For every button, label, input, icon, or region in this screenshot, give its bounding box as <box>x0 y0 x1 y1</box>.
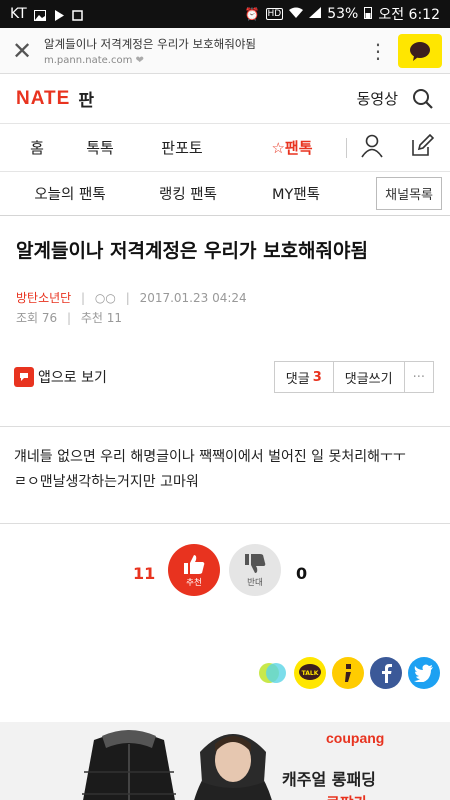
close-icon[interactable]: ✕ <box>0 28 44 74</box>
share-kakaotalk-icon[interactable]: TALK <box>294 657 326 689</box>
ad-gap <box>0 704 450 722</box>
alarm-icon: ⏰ <box>244 7 260 21</box>
post-body-line: 걔네들 없으면 우리 해명글이나 짹짹이에서 벌어진 일 못처리해ㅜㅜ <box>14 449 406 465</box>
user-icon[interactable] <box>347 134 397 162</box>
hd-icon: HD <box>265 8 284 20</box>
notification-icon <box>71 9 84 21</box>
write-icon[interactable] <box>397 133 447 162</box>
wifi-icon <box>289 6 304 22</box>
channel-list-button[interactable]: 채널목록 <box>376 177 442 210</box>
tab-today-fantalk[interactable]: 오늘의 팬톡 <box>0 183 140 204</box>
meta-divider: | <box>125 291 130 305</box>
kakao-share-button[interactable] <box>398 33 442 68</box>
share-facebook-icon[interactable] <box>370 657 402 689</box>
ad-subheadline: 쿠팡가 <box>326 792 367 800</box>
page-title: 알계들이나 저격계정은 우리가 보호해줘야됨 <box>44 36 256 51</box>
meta-divider: | <box>67 311 72 325</box>
tab-home[interactable]: 홈 <box>0 137 74 158</box>
open-in-app-button[interactable]: 앱으로 보기 <box>14 367 107 387</box>
status-bar: KT ⏰ HD 53% 오전 6:12 <box>0 0 450 28</box>
tab-fantalk[interactable]: ☆팬톡 <box>238 137 346 158</box>
battery-icon <box>364 6 373 23</box>
more-menu-icon[interactable]: ⋮ <box>364 39 392 63</box>
view-count: 조회 76 <box>16 311 58 325</box>
more-button[interactable]: ··· <box>405 362 433 392</box>
recommend-button[interactable]: 추천 <box>168 544 220 596</box>
video-link[interactable]: 동영상 <box>357 88 398 109</box>
recommend-count: 추천 11 <box>80 311 123 325</box>
page-url: m.pann.nate.com ❤ <box>44 55 364 66</box>
action-row: 앱으로 보기 댓글 3 댓글쓰기 ··· <box>0 328 450 400</box>
oppose-label: 반대 <box>247 577 263 588</box>
oppose-count-number: 0 <box>296 564 308 583</box>
gallery-icon <box>33 9 46 21</box>
oppose-button[interactable]: 반대 <box>229 544 281 596</box>
tab-panphoto[interactable]: 판포토 <box>126 137 238 158</box>
tab-my-fantalk[interactable]: MY팬톡 <box>236 183 356 204</box>
search-icon[interactable] <box>412 88 434 110</box>
chat-bubble-icon <box>410 41 430 61</box>
main-nav: 홈 톡톡 판포토 ☆팬톡 <box>0 124 450 172</box>
thumbs-up-icon <box>184 554 205 574</box>
share-twitter-icon[interactable] <box>408 657 440 689</box>
vote-row: 11 추천 반대 0 <box>0 524 450 642</box>
play-icon <box>53 9 65 21</box>
author-badge: ○○ <box>94 291 116 305</box>
pann-app-icon <box>14 367 34 387</box>
ad-banner[interactable]: coupang 캐주얼 롱패딩 쿠팡가 <box>0 722 450 800</box>
comments-count: 3 <box>312 369 322 385</box>
share-line-icon[interactable] <box>256 657 288 689</box>
url-text: m.pann.nate.com <box>44 54 133 66</box>
post-title: 알계들이나 저격계정은 우리가 보호해줘야됨 <box>16 240 368 262</box>
comments-button[interactable]: 댓글 3 <box>275 362 334 392</box>
open-in-app-label: 앱으로 보기 <box>38 370 107 386</box>
battery-percent: 53% <box>327 6 359 22</box>
kakaotalk-label: TALK <box>302 670 319 677</box>
clock: 오전 6:12 <box>378 7 440 23</box>
ad-jacket-image <box>82 730 176 800</box>
tab-ranking-fantalk[interactable]: 랭킹 팬톡 <box>140 183 236 204</box>
comments-label: 댓글 <box>285 371 310 387</box>
share-row: TALK <box>0 642 450 704</box>
write-comment-button[interactable]: 댓글쓰기 <box>334 362 405 392</box>
ad-brand-logo: coupang <box>326 730 385 746</box>
carrier-label: KT <box>10 6 27 22</box>
post-author[interactable]: 방탄소년단 <box>16 291 71 305</box>
recommend-label: 추천 <box>186 577 202 588</box>
site-header: NATE 판 동영상 <box>0 74 450 124</box>
sub-nav: 오늘의 팬톡 랭킹 팬톡 MY팬톡 채널목록 <box>0 172 450 216</box>
browser-bar: ✕ 알계들이나 저격계정은 우리가 보호해줘야됨 m.pann.nate.com… <box>0 28 450 74</box>
recommend-count-number: 11 <box>133 564 156 583</box>
ad-model-image <box>194 734 272 800</box>
post-meta: 방탄소년단 | ○○ | 2017.01.23 04:24 조회 76 | 추천… <box>0 264 450 328</box>
share-kakaostory-icon[interactable] <box>332 657 364 689</box>
ad-headline: 캐주얼 롱패딩 <box>282 770 376 789</box>
post-body: 걔네들 없으면 우리 해명글이나 짹짹이에서 벌어진 일 못처리해ㅜㅜ ㄹㅇ맨날… <box>0 427 450 523</box>
thumbs-down-icon <box>245 553 266 573</box>
signal-icon <box>309 6 322 22</box>
heart-icon: ❤ <box>135 54 144 66</box>
pann-logo[interactable]: 판 <box>78 86 94 111</box>
meta-divider: | <box>81 291 86 305</box>
post-date: 2017.01.23 04:24 <box>139 291 247 305</box>
post-body-line: ㄹㅇ맨날생각하는거지만 고마워 <box>14 474 199 490</box>
comment-buttons: 댓글 3 댓글쓰기 ··· <box>273 361 434 393</box>
nate-logo[interactable]: NATE <box>16 88 70 110</box>
tab-toktok[interactable]: 톡톡 <box>74 137 126 158</box>
